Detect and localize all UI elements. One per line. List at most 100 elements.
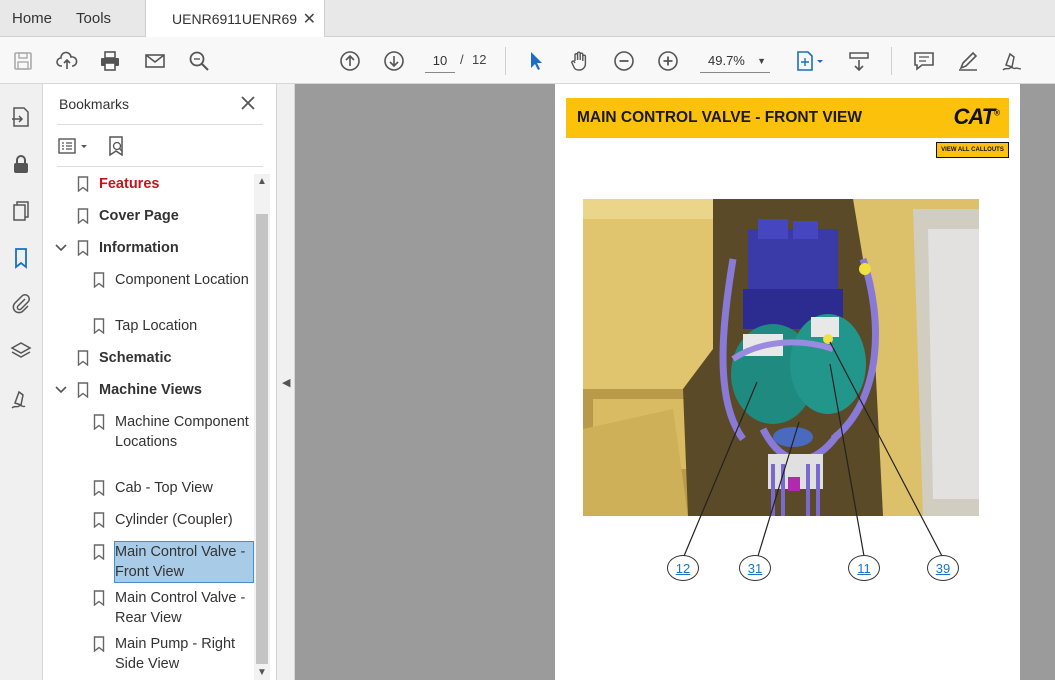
- new-bookmark-icon[interactable]: [105, 135, 127, 160]
- save-icon[interactable]: [10, 48, 36, 74]
- bookmark-icon: [77, 350, 89, 366]
- page-total: 12: [472, 52, 487, 67]
- bookmark-icon: [93, 512, 105, 528]
- page-separator: /: [460, 52, 464, 67]
- bookmark-item[interactable]: Features: [43, 174, 255, 194]
- close-panel-icon[interactable]: [239, 94, 257, 112]
- zoom-search-icon[interactable]: [186, 48, 212, 74]
- prev-page-icon[interactable]: [337, 48, 363, 74]
- bookmark-tree: Features Cover Page Information Component L…: [43, 174, 255, 680]
- document-tab[interactable]: UENR6911UENR69... ✕: [145, 0, 326, 37]
- bookmark-scrollbar[interactable]: ▲ ▼: [254, 174, 270, 680]
- zoom-out-icon[interactable]: [611, 48, 637, 74]
- panel-collapse-handle[interactable]: ◀: [277, 84, 295, 680]
- bookmark-icon: [77, 176, 89, 192]
- export-pdf-icon[interactable]: [8, 104, 34, 130]
- chevron-down-icon[interactable]: [54, 383, 68, 397]
- bookmark-label: Features: [99, 176, 160, 192]
- next-page-icon[interactable]: [381, 48, 407, 74]
- callout-31[interactable]: 31: [739, 555, 771, 581]
- bookmark-icon: [77, 208, 89, 224]
- zoom-value: 49.7%: [708, 53, 745, 68]
- scroll-mode-icon[interactable]: [846, 48, 872, 74]
- layers-icon[interactable]: [8, 338, 34, 364]
- bookmark-item[interactable]: Cylinder (Coupler): [43, 510, 255, 530]
- toolbar: / 12 49.7% ▼: [0, 37, 1055, 84]
- sign-icon[interactable]: [999, 48, 1025, 74]
- signature-icon[interactable]: [8, 386, 34, 412]
- panel-divider: [57, 124, 263, 125]
- chevron-down-icon[interactable]: [54, 241, 68, 255]
- options-menu-icon[interactable]: [57, 135, 91, 160]
- cat-logo: CAT®: [953, 104, 1000, 129]
- zoom-in-icon[interactable]: [655, 48, 681, 74]
- bookmark-item[interactable]: Machine Component Locations: [43, 412, 255, 472]
- mail-icon[interactable]: [142, 48, 168, 74]
- tab-bar: Home Tools UENR6911UENR69... ✕: [0, 0, 1055, 37]
- callout-39[interactable]: 39: [927, 555, 959, 581]
- hand-icon[interactable]: [567, 48, 593, 74]
- panel-toolbar: [57, 134, 127, 160]
- machine-photo: [583, 199, 979, 516]
- bookmark-icon: [93, 544, 105, 560]
- scroll-up-icon[interactable]: ▲: [257, 176, 267, 187]
- bookmark-item[interactable]: Main Control Valve - Rear View: [43, 588, 255, 628]
- bookmark-item[interactable]: Cab - Top View: [43, 478, 255, 498]
- bookmark-icon[interactable]: [8, 245, 34, 271]
- document-tab-title: UENR6911UENR69...: [172, 10, 297, 27]
- callout-11[interactable]: 11: [848, 555, 880, 581]
- scrollbar-thumb[interactable]: [256, 214, 268, 664]
- scroll-down-icon[interactable]: ▼: [257, 667, 267, 678]
- view-all-callouts-button[interactable]: VIEW ALL CALLOUTS: [936, 142, 1009, 158]
- bookmark-item[interactable]: Cover Page: [43, 206, 255, 226]
- bookmark-label: Tap Location: [115, 318, 198, 334]
- bookmark-item[interactable]: Main Pump - Right Side View: [43, 634, 255, 674]
- bookmark-label: Main Control Valve - Rear View: [115, 590, 246, 626]
- bookmark-icon: [77, 382, 89, 398]
- zoom-select[interactable]: 49.7% ▼: [700, 49, 770, 73]
- attachment-icon[interactable]: [8, 290, 34, 316]
- close-tab-icon[interactable]: ✕: [297, 9, 316, 29]
- home-tab[interactable]: Home: [0, 0, 64, 36]
- navigation-rail: [0, 84, 43, 680]
- bookmark-label: Component Location: [115, 272, 249, 288]
- bookmark-item[interactable]: Main Control Valve - Front View: [43, 541, 255, 583]
- chevron-down-icon: ▼: [757, 55, 766, 66]
- bookmark-item[interactable]: Tap Location: [43, 316, 255, 336]
- bookmark-label: Main Control Valve - Front View: [114, 541, 254, 583]
- document-viewport[interactable]: MAIN CONTROL VALVE - FRONT VIEW CAT® VIE…: [295, 84, 1055, 680]
- bookmark-label: Machine Component Locations: [115, 414, 249, 450]
- cloud-upload-icon[interactable]: [54, 48, 80, 74]
- toolbar-divider: [505, 47, 506, 75]
- bookmark-icon: [93, 318, 105, 334]
- bookmark-item[interactable]: Machine Views: [43, 380, 255, 400]
- bookmark-icon: [93, 480, 105, 496]
- bookmark-item[interactable]: Component Location: [43, 270, 255, 310]
- bookmark-icon: [77, 240, 89, 256]
- collapse-left-icon[interactable]: ◀: [282, 376, 290, 389]
- bookmark-label: Schematic: [99, 350, 172, 366]
- page-number-input[interactable]: [425, 49, 455, 73]
- panel-title: Bookmarks: [59, 96, 130, 112]
- callout-12[interactable]: 12: [667, 555, 699, 581]
- bookmark-label: Cab - Top View: [115, 480, 213, 496]
- bookmark-label: Cover Page: [99, 208, 179, 224]
- bookmark-item[interactable]: Information: [43, 238, 255, 258]
- fit-page-icon[interactable]: [792, 48, 828, 74]
- panel-divider-2: [57, 166, 263, 167]
- bookmark-icon: [93, 414, 105, 430]
- pages-icon[interactable]: [8, 198, 34, 224]
- banner-title: MAIN CONTROL VALVE - FRONT VIEW: [577, 109, 863, 126]
- tools-tab[interactable]: Tools: [64, 0, 123, 36]
- bookmark-label: Machine Views: [99, 382, 202, 398]
- print-icon[interactable]: [97, 48, 123, 74]
- select-pointer-icon[interactable]: [523, 48, 549, 74]
- bookmark-item[interactable]: Schematic: [43, 348, 255, 368]
- toolbar-divider-2: [891, 47, 892, 75]
- highlight-pen-icon[interactable]: [955, 48, 981, 74]
- bookmark-icon: [93, 636, 105, 652]
- bookmarks-panel: Bookmarks Features Cover Page Information C…: [43, 84, 277, 680]
- bookmark-label: Cylinder (Coupler): [115, 512, 233, 528]
- lock-icon[interactable]: [8, 151, 34, 177]
- comment-icon[interactable]: [911, 48, 937, 74]
